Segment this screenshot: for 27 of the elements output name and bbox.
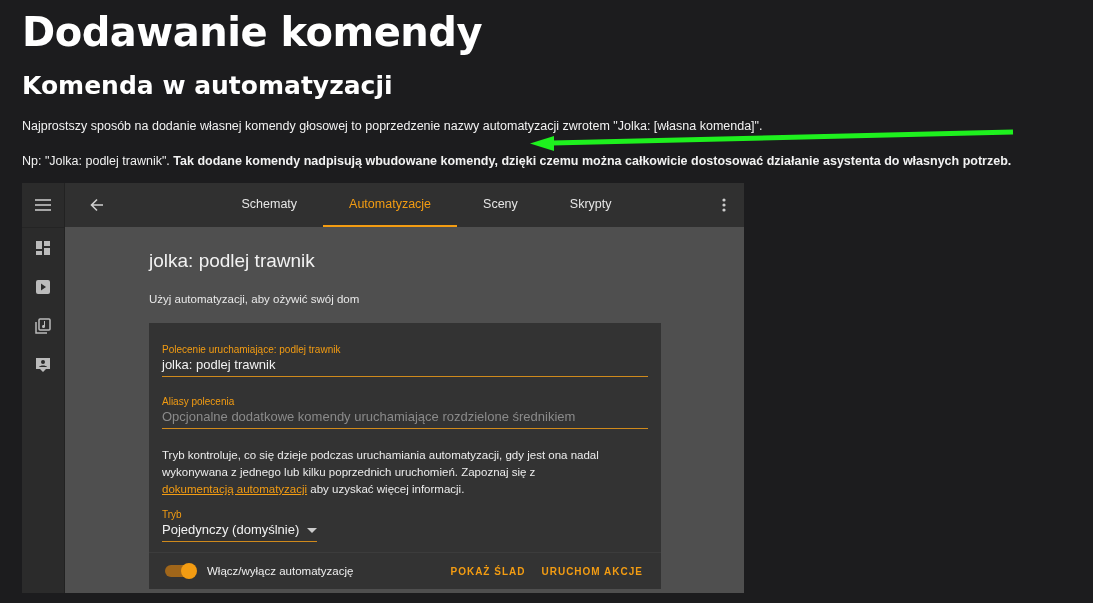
toggle-label: Włącz/wyłącz automatyzację (207, 565, 354, 577)
command-field[interactable]: Polecenie uruchamiające: podlej trawnik jolka: podlej trawnik (162, 343, 648, 377)
back-arrow-icon[interactable] (90, 198, 104, 212)
more-options-icon[interactable] (722, 198, 726, 212)
music-library-icon[interactable] (35, 317, 51, 334)
mode-description: Tryb kontroluje, co się dzieje podczas uruchamiania automatyzacji, gdy jest ona nadal wykonywana z jednego lub kilku poprzednich uruchomień. Zapoznaj się z dokumentacją automatyzacji aby uzyskać więcej informacji. (162, 448, 600, 497)
paragraph: Np: "Jolka: podlej trawnik". Tak dodane komendy nadpisują wbudowane komendy, dzięki czemu można całkowicie dostosować działanie asystenta do własnych potrzeb. (22, 153, 1013, 169)
automation-description: Użyj automatyzacji, aby ożywić swój dom (149, 293, 361, 305)
paragraph: Najprostszy sposób na dodanie własnej komendy głosowej to poprzedzenie nazwy automatyzacji zwrotem "Jolka: [własna komenda]". (22, 118, 764, 134)
automation-title: jolka: podlej trawnik (149, 249, 316, 273)
action-button[interactable]: URUCHOM AKCJE (541, 565, 643, 577)
dashboard-icon[interactable] (35, 239, 51, 256)
documentation-link[interactable]: dokumentacją automatyzacji (162, 483, 308, 495)
dropdown-caret-icon (307, 527, 318, 533)
nav-tab[interactable]: Schematy (215, 183, 324, 227)
page-heading: Dodawanie komendy (22, 8, 483, 56)
menu-icon[interactable] (35, 199, 51, 211)
field-label: Aliasy polecenia (162, 395, 236, 408)
account-icon[interactable] (35, 356, 51, 373)
aliases-input[interactable]: Opcjonalne dodatkowe komendy uruchamiające rozdzielone średnikiem (162, 408, 648, 429)
toggle-switch[interactable] (165, 565, 195, 577)
play-icon[interactable] (35, 278, 51, 295)
action-button[interactable]: POKAŻ ŚLAD (450, 565, 526, 577)
section-heading: Komenda w automatyzacji (22, 70, 394, 102)
nav-tab[interactable]: Skrypty (543, 183, 638, 227)
mode-select[interactable]: Tryb Pojedynczy (domyślnie) (162, 508, 318, 542)
nav-tab[interactable]: Sceny (457, 183, 544, 227)
